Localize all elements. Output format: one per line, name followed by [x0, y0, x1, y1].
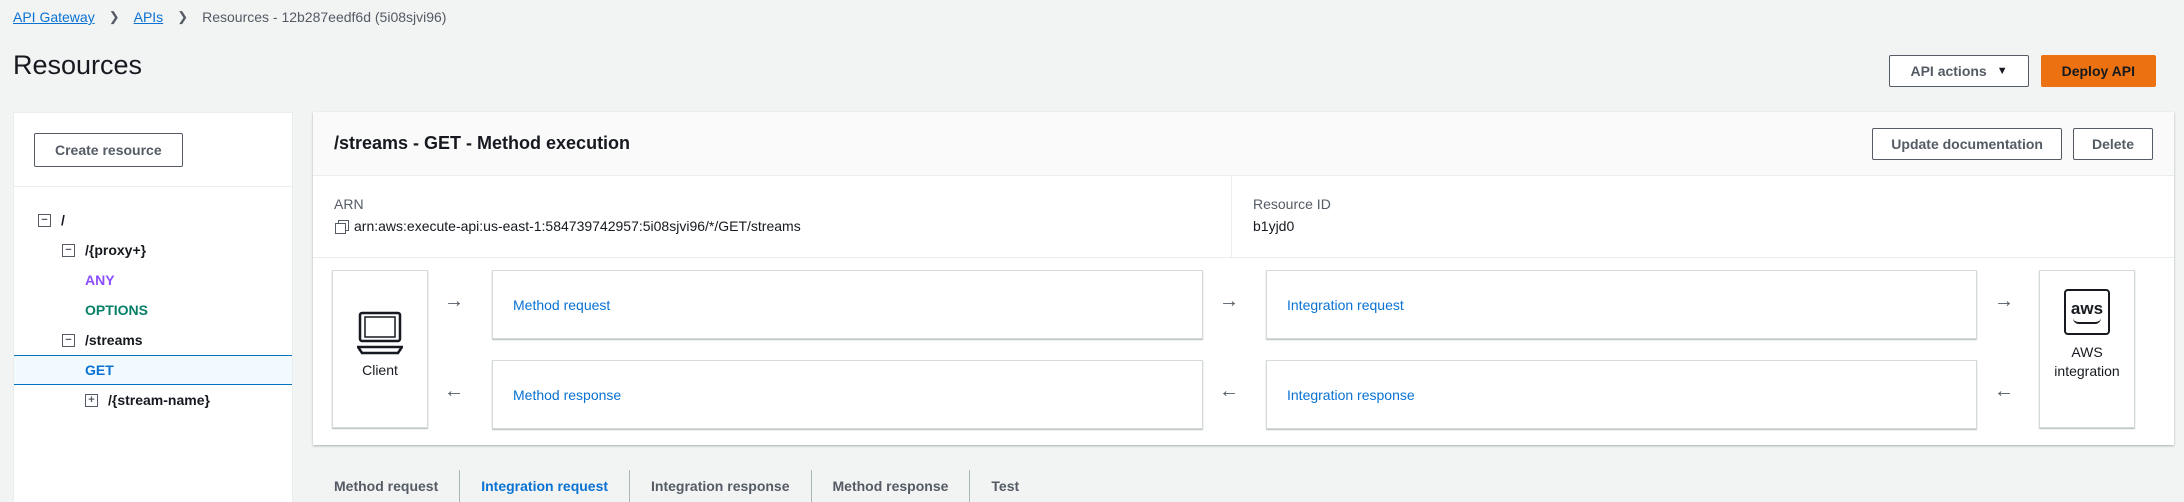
- arrow-left-icon: ←: [444, 380, 464, 402]
- arn-section: ARN arn:aws:execute-api:us-east-1:584739…: [313, 176, 1232, 257]
- collapse-icon[interactable]: −: [62, 333, 75, 347]
- collapse-icon[interactable]: −: [62, 243, 75, 257]
- tree-item-label: GET: [85, 362, 114, 378]
- tree-item-any-method[interactable]: ANY: [14, 265, 292, 295]
- tab-test[interactable]: Test: [970, 470, 1040, 502]
- breadcrumb-current: Resources - 12b287eedf6d (5i08sjvi96): [202, 9, 447, 25]
- api-actions-label: API actions: [1910, 63, 1987, 79]
- method-details: ARN arn:aws:execute-api:us-east-1:584739…: [313, 176, 2174, 258]
- integration-request-box[interactable]: Integration request: [1266, 270, 1977, 339]
- tree-item-label: /{proxy+}: [85, 242, 147, 258]
- tree-item-options-method[interactable]: OPTIONS: [14, 295, 292, 325]
- arn-value-row: arn:aws:execute-api:us-east-1:5847397429…: [334, 218, 1211, 234]
- breadcrumb-apis[interactable]: APIs: [134, 9, 164, 25]
- integration-response-box[interactable]: Integration response: [1266, 360, 1977, 429]
- page-title: Resources: [13, 50, 143, 80]
- tree-item-streams[interactable]: − /streams: [14, 325, 292, 355]
- deploy-api-button[interactable]: Deploy API: [2040, 55, 2156, 87]
- tree-item-label: /{stream-name}: [108, 392, 210, 408]
- method-tabs: Method request Integration request Integ…: [313, 470, 1040, 502]
- chevron-right-icon: ❯: [108, 9, 120, 24]
- arrow-left-icon: ←: [1219, 380, 1239, 402]
- client-box: Client: [332, 270, 428, 428]
- header-actions: API actions ▼ Deploy API: [1889, 55, 2156, 87]
- copy-icon[interactable]: [334, 219, 349, 234]
- integration-response-link[interactable]: Integration response: [1287, 387, 1415, 403]
- delete-button[interactable]: Delete: [2072, 127, 2153, 160]
- resource-id-label: Resource ID: [1253, 196, 1331, 212]
- api-actions-button[interactable]: API actions ▼: [1889, 55, 2029, 87]
- tab-method-response[interactable]: Method response: [812, 470, 971, 502]
- tree-item-stream-name[interactable]: + /{stream-name}: [14, 385, 292, 415]
- tree-item-get-method[interactable]: GET: [14, 355, 292, 385]
- expand-icon[interactable]: +: [85, 393, 98, 407]
- create-resource-button[interactable]: Create resource: [34, 132, 183, 167]
- resource-id-value: b1yjd0: [1253, 218, 1295, 234]
- aws-logo-icon: aws: [2064, 289, 2110, 335]
- method-execution-panel: /streams - GET - Method execution Update…: [313, 112, 2174, 445]
- collapse-icon[interactable]: −: [38, 213, 51, 227]
- caret-down-icon: ▼: [1996, 65, 2008, 77]
- method-execution-actions: Update documentation Delete: [1872, 127, 2153, 160]
- tab-method-request[interactable]: Method request: [313, 470, 461, 502]
- method-response-box[interactable]: Method response: [492, 360, 1203, 429]
- tree-item-label: ANY: [85, 272, 115, 288]
- client-computer-icon: [355, 311, 405, 355]
- method-execution-title: /streams - GET - Method execution: [334, 133, 631, 153]
- client-label: Client: [362, 362, 398, 378]
- resource-id-section: Resource ID b1yjd0: [1232, 176, 1351, 257]
- tree-item-label: /streams: [85, 332, 143, 348]
- tree-item-label: /: [61, 212, 65, 228]
- arrow-right-icon: →: [1994, 290, 2014, 312]
- arn-value: arn:aws:execute-api:us-east-1:5847397429…: [354, 218, 801, 234]
- integration-request-link[interactable]: Integration request: [1287, 297, 1404, 313]
- tree-item-label: OPTIONS: [85, 302, 149, 318]
- breadcrumb: API Gateway ❯ APIs ❯ Resources - 12b287e…: [13, 6, 446, 28]
- aws-integration-label: AWS integration: [2054, 344, 2120, 379]
- method-response-link[interactable]: Method response: [513, 387, 621, 403]
- method-request-link[interactable]: Method request: [513, 297, 610, 313]
- chevron-right-icon: ❯: [177, 9, 189, 24]
- arrow-right-icon: →: [444, 290, 464, 312]
- resource-tree-toolbar: Create resource: [14, 113, 292, 187]
- method-execution-header: /streams - GET - Method execution Update…: [313, 112, 2174, 176]
- arn-label: ARN: [334, 196, 364, 212]
- method-request-box[interactable]: Method request: [492, 270, 1203, 339]
- tab-integration-request[interactable]: Integration request: [460, 470, 631, 502]
- tab-integration-response[interactable]: Integration response: [630, 470, 812, 502]
- arrow-right-icon: →: [1219, 290, 1239, 312]
- aws-integration-box: aws AWS integration: [2039, 270, 2135, 428]
- update-documentation-button[interactable]: Update documentation: [1872, 127, 2062, 160]
- resource-tree: − / − /{proxy+} ANY OPTIONS − /streams G…: [14, 187, 292, 415]
- tree-item-root[interactable]: − /: [14, 205, 292, 235]
- breadcrumb-api-gateway[interactable]: API Gateway: [13, 9, 95, 25]
- tree-item-proxy[interactable]: − /{proxy+}: [14, 235, 292, 265]
- method-execution-flow: Client → Method request → Integration re…: [313, 270, 2174, 445]
- resource-tree-panel: Create resource − / − /{proxy+} ANY OPTI…: [13, 112, 293, 502]
- arrow-left-icon: ←: [1994, 380, 2014, 402]
